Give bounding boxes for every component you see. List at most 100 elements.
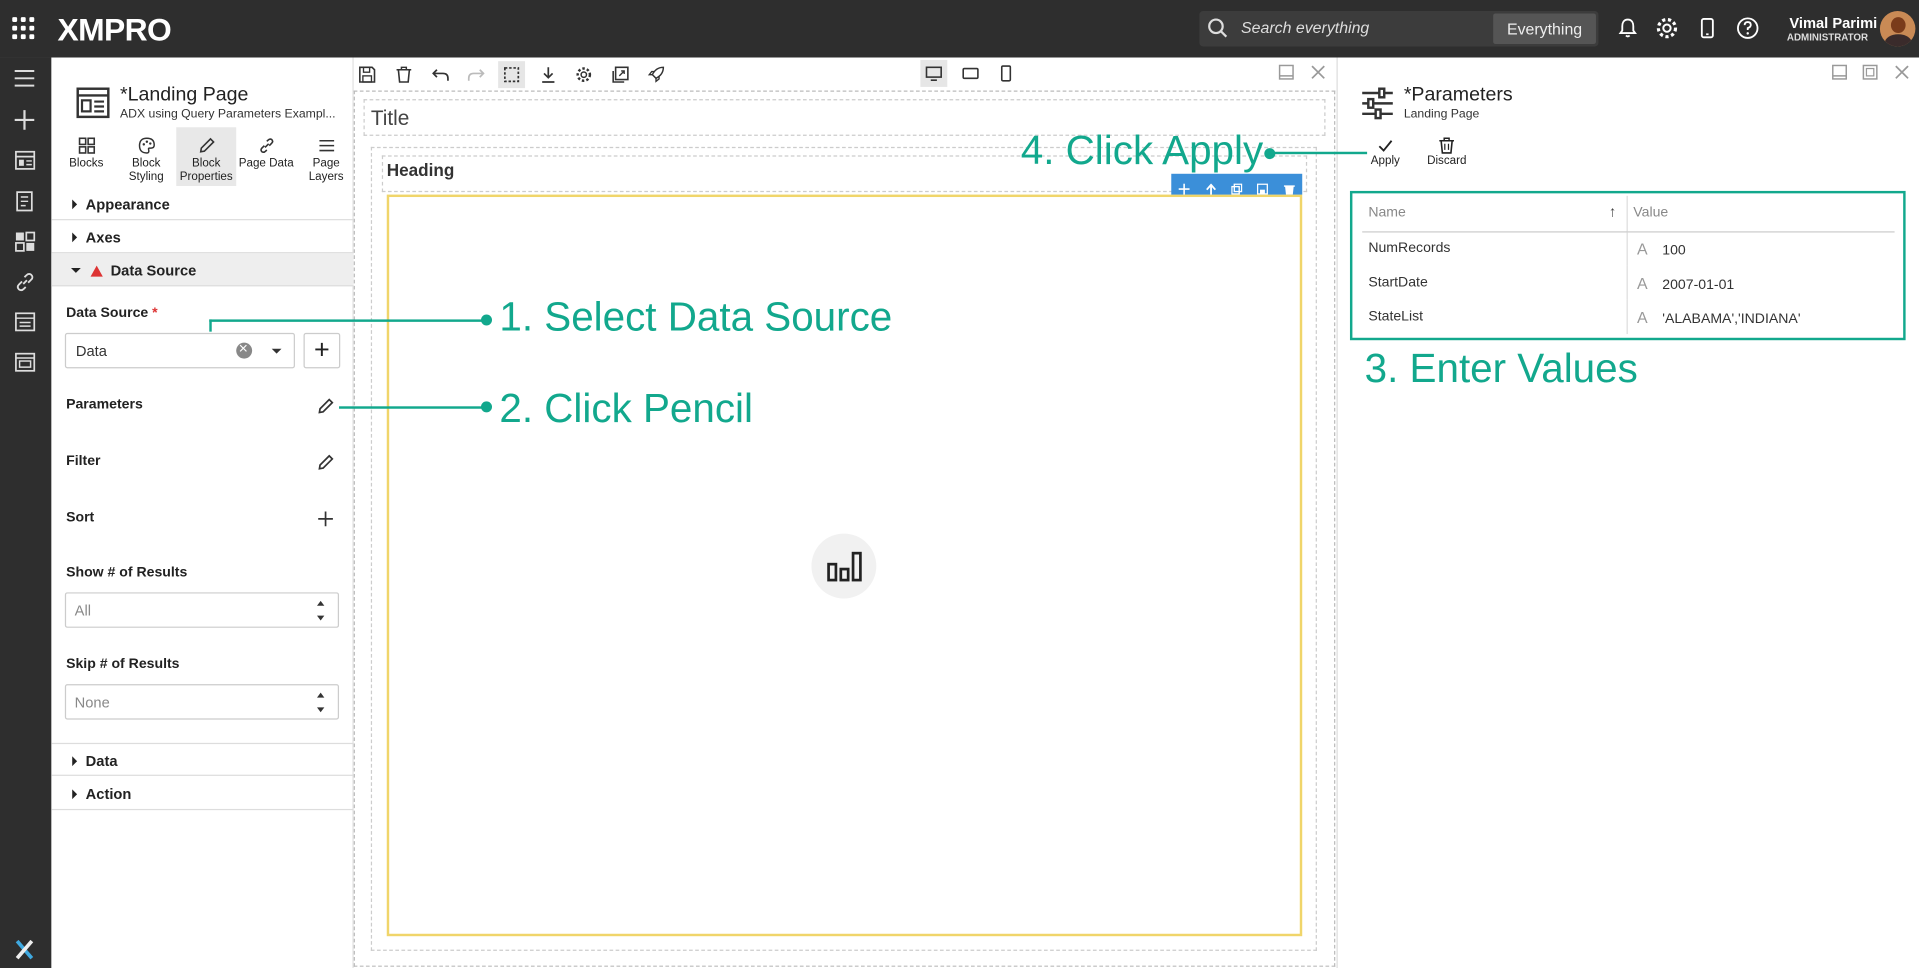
column-header-name[interactable]: Name ↑ <box>1362 195 1628 232</box>
restore-icon[interactable] <box>1831 64 1848 81</box>
callout-1-tick <box>209 319 212 332</box>
trash-icon[interactable] <box>1283 179 1295 195</box>
section-axes[interactable]: Axes <box>51 220 354 254</box>
caret-right-icon <box>72 232 78 243</box>
clear-icon[interactable] <box>236 339 253 359</box>
search-input[interactable] <box>1241 18 1486 37</box>
delete-icon[interactable] <box>390 61 417 88</box>
maximize-icon[interactable] <box>1862 64 1879 81</box>
table-row[interactable]: StartDate A 2007-01-01 <box>1362 265 1895 300</box>
param-value-cell[interactable]: A 'ALABAMA','INDIANA' <box>1627 300 1895 334</box>
section-data-source[interactable]: Data Source <box>51 253 354 287</box>
section-data[interactable]: Data <box>51 742 354 776</box>
mobile-icon[interactable] <box>1695 16 1719 40</box>
decrement-icon[interactable] <box>316 615 325 621</box>
device-switcher <box>918 59 1021 90</box>
desktop-view-icon[interactable] <box>920 59 948 87</box>
app-logo[interactable]: XMPRO <box>58 11 172 49</box>
settings-icon[interactable] <box>570 61 597 88</box>
connections-icon[interactable] <box>11 349 38 376</box>
skip-results-input[interactable] <box>74 693 259 712</box>
gear-icon[interactable] <box>1655 16 1679 40</box>
recipes-icon[interactable] <box>11 187 38 214</box>
canvas-toolbar <box>354 58 1337 90</box>
tab-label: Page Data <box>238 156 294 171</box>
decrement-icon[interactable] <box>316 707 325 713</box>
search-scope-button[interactable]: Everything <box>1493 13 1596 45</box>
save-icon[interactable] <box>354 61 381 88</box>
integrations-link-icon[interactable] <box>11 268 38 295</box>
help-icon[interactable] <box>1735 16 1759 40</box>
heading-text: Heading <box>386 160 455 180</box>
section-label: Axes <box>85 228 121 246</box>
tab-page-data[interactable]: Page Data <box>236 127 296 186</box>
param-value[interactable]: 2007-01-01 <box>1662 277 1734 292</box>
discard-button[interactable]: Discard <box>1427 137 1466 168</box>
close-icon[interactable] <box>1893 64 1910 81</box>
select-mode-icon[interactable] <box>498 61 526 89</box>
data-source-select[interactable]: Data <box>64 332 295 369</box>
redo-icon[interactable] <box>463 61 490 88</box>
table-row[interactable]: StateList A 'ALABAMA','INDIANA' <box>1362 299 1895 335</box>
blocks-icon <box>78 137 95 154</box>
tablet-view-icon[interactable] <box>957 60 984 87</box>
column-name-label: Name <box>1368 205 1406 221</box>
skip-results-stepper[interactable] <box>64 684 340 720</box>
caret-down-icon <box>70 268 81 273</box>
skip-results-label: Skip # of Results <box>66 657 180 672</box>
select-parent-icon[interactable] <box>1205 179 1216 195</box>
pencil-icon <box>199 137 215 153</box>
param-value[interactable]: 100 <box>1662 243 1685 258</box>
undo-icon[interactable] <box>427 61 454 88</box>
callout-1-dot <box>480 314 493 326</box>
user-name[interactable]: Vimal Parimi <box>1789 15 1877 32</box>
add-sort-icon[interactable] <box>316 509 336 529</box>
save-block-icon[interactable] <box>1257 179 1269 195</box>
edit-filter-pencil-icon[interactable] <box>316 453 336 473</box>
xmpro-x-logo-icon <box>11 936 38 963</box>
show-results-input[interactable] <box>74 602 259 620</box>
table-row[interactable]: NumRecords A 100 <box>1362 231 1895 266</box>
apps-grid-icon[interactable] <box>12 17 35 40</box>
maximize-icon[interactable] <box>1278 64 1295 81</box>
show-results-stepper[interactable] <box>64 592 340 628</box>
section-appearance[interactable]: Appearance <box>51 187 354 221</box>
param-value-cell[interactable]: A 100 <box>1627 231 1895 265</box>
phone-view-icon[interactable] <box>993 60 1020 87</box>
close-icon[interactable] <box>1310 64 1327 81</box>
duplicate-icon[interactable] <box>1231 179 1243 195</box>
param-name: StartDate <box>1362 265 1628 300</box>
chevron-down-icon[interactable] <box>271 348 282 354</box>
download-icon[interactable] <box>535 61 562 88</box>
section-action[interactable]: Action <box>51 777 354 811</box>
apply-button[interactable]: Apply <box>1371 137 1400 168</box>
section-label: Data <box>85 752 118 770</box>
edit-parameters-pencil-icon[interactable] <box>316 397 336 417</box>
preview-icon[interactable] <box>607 61 634 88</box>
tab-page-layers[interactable]: Page Layers <box>296 127 356 186</box>
bar-chart-icon <box>826 551 862 581</box>
menu-icon[interactable] <box>11 65 38 92</box>
param-name: StateList <box>1362 299 1628 335</box>
app-designer-icon[interactable] <box>11 147 38 174</box>
param-value[interactable]: 'ALABAMA','INDIANA' <box>1662 311 1800 326</box>
column-header-value[interactable]: Value <box>1626 195 1895 232</box>
increment-icon[interactable] <box>316 692 325 698</box>
increment-icon[interactable] <box>316 600 325 606</box>
check-icon <box>1378 140 1393 152</box>
sort-ascending-icon[interactable]: ↑ <box>1609 203 1616 220</box>
add-icon[interactable] <box>11 106 38 133</box>
data-streams-icon[interactable] <box>11 308 38 335</box>
tab-block-styling[interactable]: Block Styling <box>116 127 176 186</box>
move-icon[interactable] <box>1178 179 1190 195</box>
palette-icon <box>138 137 155 154</box>
add-data-source-button[interactable]: + <box>303 332 341 369</box>
bell-icon[interactable] <box>1616 16 1640 40</box>
discard-label: Discard <box>1427 154 1467 168</box>
publish-rocket-icon[interactable] <box>643 61 670 88</box>
tab-blocks[interactable]: Blocks <box>56 127 116 186</box>
tab-block-properties[interactable]: Block Properties <box>176 127 237 187</box>
param-value-cell[interactable]: A 2007-01-01 <box>1627 266 1895 300</box>
dashboard-icon[interactable] <box>11 228 38 255</box>
avatar[interactable] <box>1879 11 1916 47</box>
